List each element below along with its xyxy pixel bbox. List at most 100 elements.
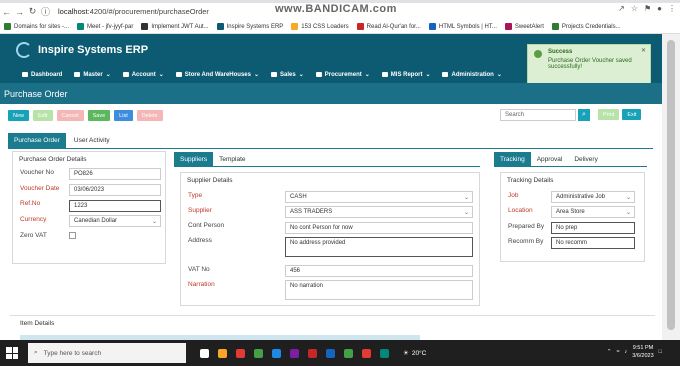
address-label: Address: [188, 237, 212, 244]
edit-button[interactable]: Edit: [33, 110, 53, 121]
bookmark-item[interactable]: Projects Credentials...: [551, 23, 621, 30]
taskbar-app-icon[interactable]: [326, 348, 335, 358]
supplier-details-section: Supplier Details Type CASH ⌄ Supplier ASS…: [180, 172, 480, 306]
clock[interactable]: 9:51 PM 3/6/2023: [632, 344, 653, 360]
search-icon[interactable]: ⌕: [578, 109, 590, 121]
recomm-by-label: Recomm By: [508, 238, 544, 245]
taskbar-app-icon[interactable]: [344, 348, 353, 358]
delete-button[interactable]: Delete: [136, 110, 163, 121]
tab-template[interactable]: Template: [213, 152, 251, 166]
speaker-icon[interactable]: ♪: [625, 349, 628, 355]
vat-no-field[interactable]: 456: [285, 265, 473, 277]
bookmark-item[interactable]: 153 CSS Loaders: [291, 23, 349, 30]
nav-item-administration[interactable]: Administration ⌄: [442, 71, 502, 78]
nav-item-procurement[interactable]: Procurement ⌄: [315, 71, 370, 78]
tab-purchase-order[interactable]: Purchase Order: [8, 133, 66, 148]
narration-textarea[interactable]: No narration: [285, 280, 473, 300]
save-button[interactable]: Save: [87, 110, 111, 121]
chevron-down-icon: ⌄: [158, 72, 164, 78]
page-scrollbar[interactable]: [662, 34, 680, 340]
prepared-by-field[interactable]: No prep: [551, 222, 635, 234]
job-select[interactable]: Administrative Job ⌄: [551, 191, 635, 203]
taskbar-app-icon[interactable]: [236, 348, 245, 358]
back-icon[interactable]: ←: [0, 7, 13, 17]
new-button[interactable]: New: [8, 110, 30, 121]
chevron-down-icon: ⌄: [105, 72, 111, 78]
forward-icon[interactable]: →: [13, 7, 26, 17]
taskbar-search-placeholder: Type here to search: [43, 349, 102, 357]
tab-suppliers[interactable]: Suppliers: [174, 152, 214, 166]
supplier-tab-divider: [174, 166, 480, 167]
location-label: Location: [508, 207, 533, 214]
taskbar-app-icon[interactable]: [380, 348, 389, 358]
bookmark-item[interactable]: Domains for sites -...: [4, 23, 69, 30]
narration-label: Narration: [188, 281, 215, 288]
bookmarks-bar: Domains for sites -... Meet - jfv-jyyf-pa…: [0, 20, 680, 34]
bookmark-item[interactable]: HTML Symbols | HT...: [428, 23, 497, 30]
menu-icon[interactable]: ⋮: [668, 4, 676, 13]
bookmark-icon: [216, 23, 224, 30]
supplier-value: ASS TRADERS: [290, 209, 333, 215]
weather-widget[interactable]: ☀ 20°C: [403, 349, 426, 358]
chevron-down-icon: ⌄: [496, 72, 502, 78]
currency-select[interactable]: Canedian Dollar ⌄: [69, 215, 161, 227]
wifi-icon[interactable]: ≈: [616, 349, 619, 355]
bookmark-item[interactable]: Read Al-Qur'an for...: [356, 23, 421, 30]
nav-item-dashboard[interactable]: Dashboard: [22, 72, 62, 78]
tab-tracking[interactable]: Tracking: [494, 152, 531, 166]
bookmark-item[interactable]: SweetAlert: [504, 23, 544, 30]
taskbar-app-icon[interactable]: [200, 348, 209, 358]
zero-vat-label: Zero VAT: [20, 232, 47, 239]
zero-vat-checkbox[interactable]: [69, 232, 76, 239]
windows-start-icon[interactable]: [6, 347, 18, 359]
nav-item-sales[interactable]: Sales ⌄: [271, 71, 304, 78]
search-input[interactable]: Search: [500, 109, 576, 121]
taskbar-app-icon[interactable]: [362, 348, 371, 358]
voucher-date-field[interactable]: 03/06/2023: [69, 184, 161, 196]
star-icon[interactable]: ☆: [631, 4, 638, 13]
type-select[interactable]: CASH ⌄: [285, 191, 473, 203]
nav-label: Administration: [451, 71, 494, 78]
nav-item-account[interactable]: Account ⌄: [122, 71, 164, 78]
tab-approval[interactable]: Approval: [531, 152, 569, 166]
nav-item-store-and-warehouses[interactable]: Store And WareHouses ⌄: [175, 71, 259, 78]
app-logo[interactable]: Inspire Systems ERP: [16, 42, 148, 58]
nav-icon: [22, 72, 28, 77]
nav-item-mis-report[interactable]: MIS Report ⌄: [381, 71, 430, 78]
close-icon[interactable]: ✕: [641, 47, 646, 54]
scrollbar-thumb[interactable]: [667, 40, 675, 330]
bookmark-icon: [4, 23, 11, 30]
profile-icon[interactable]: ●: [657, 4, 662, 13]
bookmark-item[interactable]: Inspire Systems ERP: [216, 23, 283, 30]
notification-icon[interactable]: □: [659, 349, 662, 355]
cont-person-field[interactable]: No cont Person for now: [285, 222, 473, 234]
taskbar-app-icon[interactable]: [290, 348, 299, 358]
taskbar-app-icon[interactable]: [272, 348, 281, 358]
tab-user-activity[interactable]: User Activity: [68, 133, 116, 148]
bookmark-item[interactable]: Meet - jfv-jyyf-par: [77, 23, 133, 30]
taskbar-app-icon[interactable]: [218, 348, 227, 358]
print-button[interactable]: Print: [598, 109, 620, 120]
chevron-up-icon[interactable]: ⌃: [607, 349, 612, 355]
location-select[interactable]: Area Store ⌄: [551, 206, 635, 218]
nav-item-master[interactable]: Master ⌄: [74, 71, 111, 78]
share-icon[interactable]: ↗: [618, 4, 625, 13]
address-textarea[interactable]: No address provided: [285, 237, 473, 257]
taskbar-search-input[interactable]: ⌕ Type here to search: [28, 343, 186, 363]
bookmark-item[interactable]: Implement JWT Aut...: [141, 23, 209, 30]
taskbar-app-icon[interactable]: [308, 348, 317, 358]
url-text[interactable]: localhost:4200/#/procurement/purchaseOrd…: [58, 7, 209, 16]
search-icon: ⌕: [34, 349, 38, 356]
supplier-select[interactable]: ASS TRADERS ⌄: [285, 206, 473, 218]
tab-delivery[interactable]: Delivery: [568, 152, 603, 166]
extension-icon[interactable]: ⚑: [644, 4, 651, 13]
voucher-no-field[interactable]: PO826: [69, 168, 161, 180]
ref-no-field[interactable]: 1223: [69, 200, 161, 212]
reload-icon[interactable]: ↻: [26, 6, 39, 17]
exit-button[interactable]: Exit: [622, 109, 642, 120]
recomm-by-field[interactable]: No recomm: [551, 237, 635, 249]
list-button[interactable]: List: [114, 110, 133, 121]
info-icon[interactable]: ⓘ: [39, 5, 52, 18]
taskbar-app-icon[interactable]: [254, 348, 263, 358]
cancel-button[interactable]: Cancel: [56, 110, 84, 121]
